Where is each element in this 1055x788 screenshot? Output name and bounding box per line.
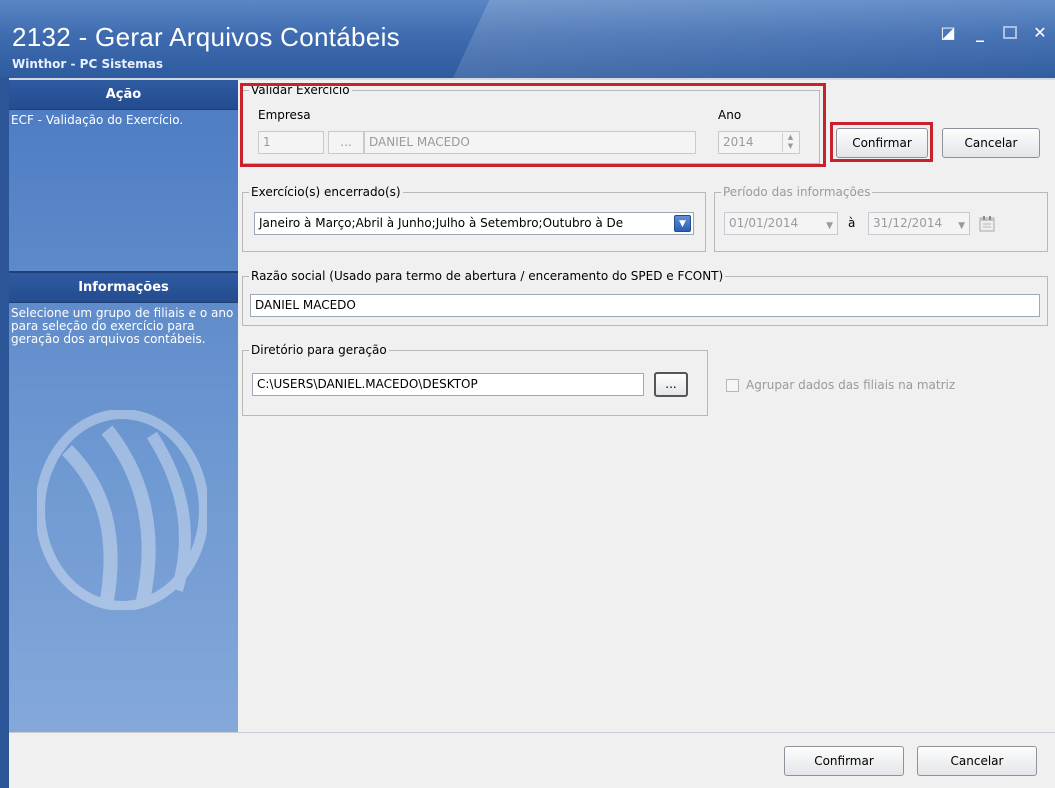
pc-sistemas-logo-icon bbox=[37, 410, 207, 610]
close-icon[interactable]: ✕ bbox=[1031, 24, 1049, 42]
restore-icon[interactable]: ◪ bbox=[939, 24, 957, 42]
exercicios-dropdown[interactable]: Janeiro à Março;Abril à Junho;Julho à Se… bbox=[254, 212, 694, 235]
exercicios-legend: Exercício(s) encerrado(s) bbox=[249, 185, 403, 199]
agrupar-checkbox[interactable] bbox=[726, 379, 739, 392]
sidebar-acao-text: ECF - Validação do Exercício. bbox=[11, 113, 184, 127]
periodo-start-value: 01/01/2014 bbox=[729, 216, 799, 230]
sidebar: Ação ECF - Validação do Exercício. Infor… bbox=[9, 80, 238, 732]
sidebar-info-text: Selecione um grupo de filiais e o ano pa… bbox=[11, 306, 234, 346]
cancelar-top-button[interactable]: Cancelar bbox=[942, 128, 1040, 158]
chevron-down-icon[interactable]: ▼ bbox=[674, 215, 691, 232]
window-controls: ◪ _ ✕ bbox=[939, 24, 1049, 42]
diretorio-legend: Diretório para geração bbox=[249, 343, 389, 357]
confirmar-bottom-button[interactable]: Confirmar bbox=[784, 746, 904, 776]
highlight-confirmar bbox=[830, 122, 933, 162]
diretorio-browse-button[interactable]: ... bbox=[654, 372, 688, 397]
title-bar: 2132 - Gerar Arquivos Contábeis Winthor … bbox=[0, 0, 1055, 78]
periodo-end-input[interactable]: 31/12/2014 ▼ bbox=[868, 212, 970, 235]
window-title: 2132 - Gerar Arquivos Contábeis bbox=[12, 22, 400, 52]
maximize-icon[interactable] bbox=[1003, 26, 1017, 39]
window-subtitle: Winthor - PC Sistemas bbox=[12, 57, 163, 71]
calendar-icon[interactable] bbox=[978, 215, 996, 233]
footer-bar: Confirmar Cancelar bbox=[9, 732, 1055, 788]
minimize-icon[interactable]: _ bbox=[971, 24, 989, 42]
periodo-start-input[interactable]: 01/01/2014 ▼ bbox=[724, 212, 838, 235]
periodo-end-value: 31/12/2014 bbox=[873, 216, 943, 230]
chevron-down-icon[interactable]: ▼ bbox=[826, 216, 833, 234]
window-left-edge bbox=[0, 78, 9, 788]
sidebar-info-header: Informações bbox=[9, 273, 238, 303]
periodo-legend: Período das informações bbox=[721, 185, 873, 199]
highlight-validar-exercicio bbox=[240, 83, 826, 167]
agrupar-label: Agrupar dados das filiais na matriz bbox=[746, 378, 956, 392]
periodo-separator: à bbox=[848, 216, 856, 230]
sidebar-acao-header: Ação bbox=[9, 80, 238, 110]
razao-social-input[interactable]: DANIEL MACEDO bbox=[250, 294, 1040, 317]
diretorio-input[interactable]: C:\USERS\DANIEL.MACEDO\DESKTOP bbox=[252, 373, 644, 396]
cancelar-bottom-button[interactable]: Cancelar bbox=[917, 746, 1037, 776]
razao-social-legend: Razão social (Usado para termo de abertu… bbox=[249, 269, 726, 283]
sidebar-info-block: Informações Selecione um grupo de filiai… bbox=[9, 273, 238, 350]
exercicios-value: Janeiro à Março;Abril à Junho;Julho à Se… bbox=[259, 216, 624, 230]
chevron-down-icon[interactable]: ▼ bbox=[958, 216, 965, 234]
main-panel: Validar Exercício Empresa 1 ... DANIEL M… bbox=[238, 80, 1055, 732]
